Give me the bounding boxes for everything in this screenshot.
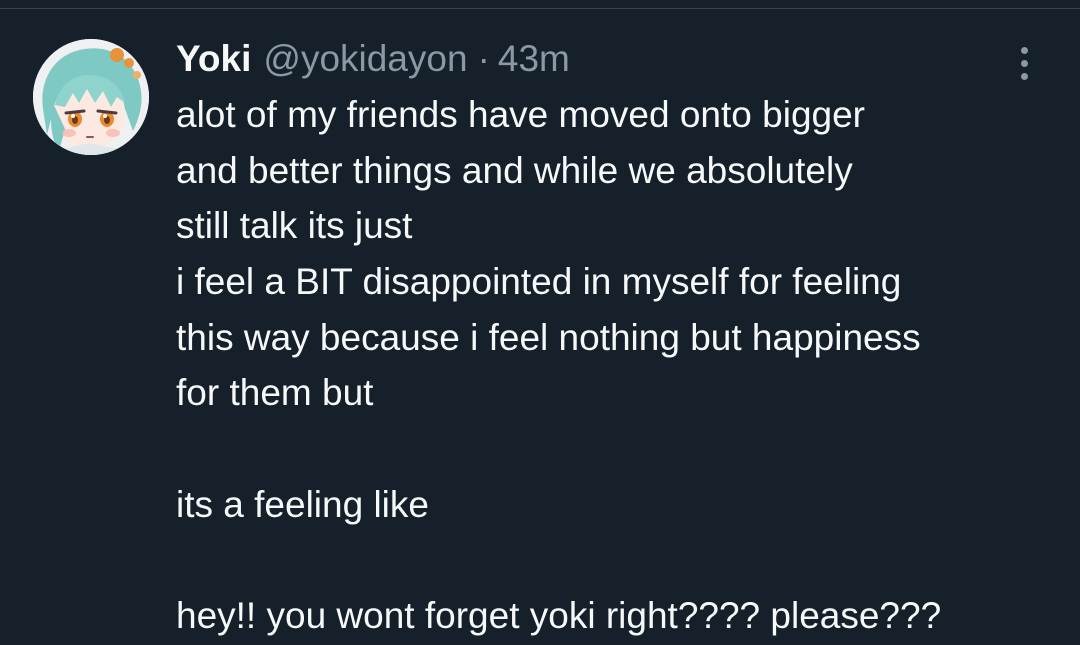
more-options-button[interactable] <box>1004 41 1044 85</box>
tweet-text-line: still talk its just <box>176 205 413 247</box>
avatar[interactable] <box>33 39 149 155</box>
tweet-text-line: hey!! you wont forget yoki right???? ple… <box>176 595 942 637</box>
tweet-time[interactable]: 43m <box>498 36 570 82</box>
tweet-text-line: its a feeling like <box>176 483 429 525</box>
tweet-text-line: this way because i feel nothing but happ… <box>176 316 921 358</box>
tweet-header: Yoki @yokidayon · 43m <box>176 36 570 82</box>
more-options-icon-dot <box>1020 59 1028 67</box>
separator-dot: · <box>477 38 490 79</box>
tweet-text-line: for them but <box>176 372 374 414</box>
user-handle[interactable]: @yokidayon <box>263 36 467 82</box>
anime-avatar-icon <box>33 39 149 155</box>
tweet-text-line: alot of my friends have moved onto bigge… <box>176 94 865 135</box>
more-options-icon-dot <box>1020 72 1028 80</box>
display-name[interactable]: Yoki <box>176 36 251 82</box>
more-options-icon <box>1020 46 1028 54</box>
tweet-text-line: and better things and while we absolutel… <box>176 149 853 191</box>
tweet-text: alot of my friends have moved onto bigge… <box>176 87 1066 644</box>
tweet[interactable]: Yoki @yokidayon · 43m alot of my friends… <box>0 9 1080 645</box>
tweet-text-line: i feel a BIT disappointed in myself for … <box>176 261 902 303</box>
